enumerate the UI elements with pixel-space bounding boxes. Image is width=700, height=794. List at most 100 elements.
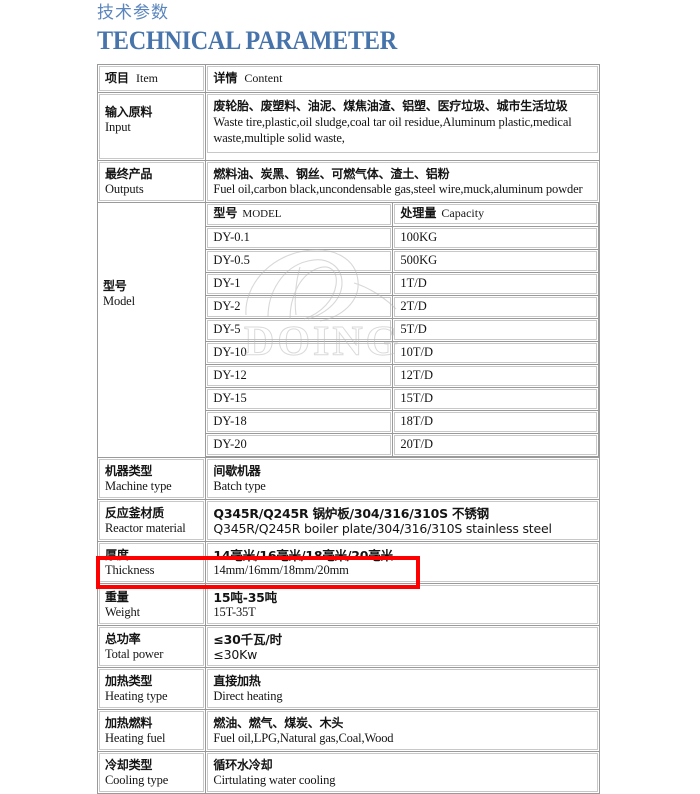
model-header-model-cn: 型号 bbox=[213, 206, 238, 220]
page-title-chinese: 技术参数 bbox=[97, 3, 169, 22]
model-cell-capacity: 15T/D bbox=[393, 388, 599, 411]
row-value-cell-weight: 15吨-35吨 15T-35T bbox=[206, 584, 600, 626]
row-label-en-total-power: Total power bbox=[105, 647, 164, 661]
row-label-cn-machine-type: 机器类型 bbox=[105, 464, 153, 478]
page-title-block: 技术参数 TECHNICAL PARAMETER bbox=[97, 2, 617, 56]
technical-parameter-table: 项目 Item 详情 Content 输入原料 Input 废轮胎、废塑料、油泥… bbox=[97, 64, 600, 794]
row-label-cn-thickness: 厚度 bbox=[105, 548, 129, 562]
model-cell-capacity: 100KG bbox=[393, 227, 599, 250]
model-name-3: DY-2 bbox=[207, 297, 392, 317]
model-cell-capacity: 12T/D bbox=[393, 365, 599, 388]
row-label-cn-heating-type: 加热类型 bbox=[105, 674, 153, 688]
row-value-box-weight: 15吨-35吨 15T-35T bbox=[207, 585, 598, 624]
row-label-en-reactor-material: Reactor material bbox=[105, 521, 186, 535]
model-capacity-0: 100KG bbox=[394, 228, 597, 248]
row-label-cell-input: 输入原料 Input bbox=[98, 93, 207, 161]
row-label-en-model: Model bbox=[103, 294, 135, 308]
row-label-box-model: 型号 Model bbox=[98, 203, 205, 378]
row-value-en-outputs: Fuel oil,carbon black,uncondensable gas,… bbox=[213, 182, 583, 196]
row-value-cell-input: 废轮胎、废塑料、油泥、煤焦油渣、铝塑、医疗垃圾、城市生活垃圾 Waste tir… bbox=[206, 93, 600, 161]
model-table-header-row: 型号 MODEL 处理量 Capacity bbox=[206, 203, 599, 227]
table-body: 项目 Item 详情 Content 输入原料 Input 废轮胎、废塑料、油泥… bbox=[98, 65, 600, 794]
model-cell-name: DY-20 bbox=[206, 434, 394, 457]
row-value-box-reactor-material: Q345R/Q245R 锅炉板/304/316/310S 不锈钢 Q345R/Q… bbox=[207, 501, 598, 540]
table-row-reactor-material: 反应釜材质 Reactor material Q345R/Q245R 锅炉板/3… bbox=[98, 500, 600, 542]
row-label-cell-thickness: 厚度 Thickness bbox=[98, 542, 207, 584]
table-row-heating-fuel: 加热燃料 Heating fuel 燃油、燃气、煤炭、木头 Fuel oil,L… bbox=[98, 710, 600, 752]
row-value-en-machine-type: Batch type bbox=[213, 479, 266, 493]
model-table-row: DY-0.5 500KG bbox=[206, 250, 599, 273]
header-content-line: 详情 Content bbox=[213, 69, 593, 87]
row-label-box-thickness: 厚度 Thickness bbox=[99, 543, 205, 582]
row-label-en-heating-fuel: Heating fuel bbox=[105, 731, 166, 745]
model-header-capacity-cn: 处理量 bbox=[400, 206, 437, 220]
row-value-cell-reactor-material: Q345R/Q245R 锅炉板/304/316/310S 不锈钢 Q345R/Q… bbox=[206, 500, 600, 542]
row-value-cell-thickness: 14毫米/16毫米/18毫米/20毫米 14mm/16mm/18mm/20mm bbox=[206, 542, 600, 584]
model-table-row: DY-10 10T/D bbox=[206, 342, 599, 365]
model-capacity-table: 型号 MODEL 处理量 Capacity DY-0.1 100KG DY-0.… bbox=[206, 203, 599, 457]
model-table-row: DY-1 1T/D bbox=[206, 273, 599, 296]
model-cell-capacity: 1T/D bbox=[393, 273, 599, 296]
row-label-cell-weight: 重量 Weight bbox=[98, 584, 207, 626]
model-table-row: DY-20 20T/D bbox=[206, 434, 599, 457]
row-label-cell-outputs: 最终产品 Outputs bbox=[98, 161, 207, 203]
row-value-cell-heating-type: 直接加热 Direct heating bbox=[206, 668, 600, 710]
row-value-cn-total-power: ≤30千瓦/时 bbox=[213, 632, 282, 647]
row-label-box-cooling-type: 冷却类型 Cooling type bbox=[99, 753, 205, 792]
model-cell-capacity: 5T/D bbox=[393, 319, 599, 342]
model-cell-capacity: 2T/D bbox=[393, 296, 599, 319]
model-name-0: DY-0.1 bbox=[207, 228, 392, 248]
model-cell-name: DY-1 bbox=[206, 273, 394, 296]
model-cell-capacity: 500KG bbox=[393, 250, 599, 273]
row-value-cell-model: 型号 MODEL 处理量 Capacity DY-0.1 100KG DY-0.… bbox=[206, 203, 600, 458]
table-row-outputs: 最终产品 Outputs 燃料油、炭黑、钢丝、可燃气体、渣土、铝粉 Fuel o… bbox=[98, 161, 600, 203]
header-item-label-en: Item bbox=[136, 71, 159, 85]
model-name-2: DY-1 bbox=[207, 274, 392, 294]
row-label-box-heating-type: 加热类型 Heating type bbox=[99, 669, 205, 708]
row-value-en-heating-type: Direct heating bbox=[213, 689, 283, 703]
table-row-input: 输入原料 Input 废轮胎、废塑料、油泥、煤焦油渣、铝塑、医疗垃圾、城市生活垃… bbox=[98, 93, 600, 161]
model-table-row: DY-12 12T/D bbox=[206, 365, 599, 388]
row-label-en-machine-type: Machine type bbox=[105, 479, 172, 493]
header-content-box: 详情 Content bbox=[207, 66, 598, 91]
model-capacity-8: 18T/D bbox=[394, 412, 597, 432]
table-row-weight: 重量 Weight 15吨-35吨 15T-35T bbox=[98, 584, 600, 626]
row-value-box-total-power: ≤30千瓦/时 ≤30Kw bbox=[207, 627, 598, 666]
row-value-cell-machine-type: 间歇机器 Batch type bbox=[206, 458, 600, 500]
row-value-en-input: Waste tire,plastic,oil sludge,coal tar o… bbox=[213, 115, 572, 145]
page-title-english: TECHNICAL PARAMETER bbox=[97, 26, 397, 55]
header-cell-content: 详情 Content bbox=[206, 65, 600, 93]
model-header-capacity-box: 处理量 Capacity bbox=[394, 204, 597, 224]
model-header-model-box: 型号 MODEL bbox=[207, 204, 392, 225]
row-label-cn-total-power: 总功率 bbox=[105, 632, 141, 646]
model-name-6: DY-12 bbox=[207, 366, 392, 386]
row-value-box-outputs: 燃料油、炭黑、钢丝、可燃气体、渣土、铝粉 Fuel oil,carbon bla… bbox=[207, 162, 598, 201]
row-label-cell-model: 型号 Model bbox=[98, 203, 207, 458]
model-cell-name: DY-18 bbox=[206, 411, 394, 434]
model-header-cell-capacity: 处理量 Capacity bbox=[393, 203, 599, 227]
model-name-7: DY-15 bbox=[207, 389, 392, 409]
row-value-cn-machine-type: 间歇机器 bbox=[213, 464, 261, 478]
row-value-en-reactor-material: Q345R/Q245R boiler plate/304/316/310S st… bbox=[213, 521, 552, 536]
row-label-cell-heating-fuel: 加热燃料 Heating fuel bbox=[98, 710, 207, 752]
row-value-cn-input: 废轮胎、废塑料、油泥、煤焦油渣、铝塑、医疗垃圾、城市生活垃圾 bbox=[213, 99, 568, 113]
model-header-capacity-en: Capacity bbox=[441, 206, 485, 220]
model-capacity-7: 15T/D bbox=[394, 389, 597, 409]
row-value-box-heating-type: 直接加热 Direct heating bbox=[207, 669, 598, 708]
row-label-cn-weight: 重量 bbox=[105, 590, 129, 604]
model-cell-name: DY-0.5 bbox=[206, 250, 394, 273]
row-value-cn-outputs: 燃料油、炭黑、钢丝、可燃气体、渣土、铝粉 bbox=[213, 167, 450, 181]
row-label-box-machine-type: 机器类型 Machine type bbox=[99, 459, 205, 498]
model-cell-name: DY-12 bbox=[206, 365, 394, 388]
row-label-en-heating-type: Heating type bbox=[105, 689, 168, 703]
row-value-en-total-power: ≤30Kw bbox=[213, 647, 258, 662]
row-value-cell-total-power: ≤30千瓦/时 ≤30Kw bbox=[206, 626, 600, 668]
model-cell-capacity: 20T/D bbox=[393, 434, 599, 457]
row-value-cn-cooling-type: 循环水冷却 bbox=[213, 758, 273, 772]
header-cell-item: 项目 Item bbox=[98, 65, 207, 93]
model-header-cell-model: 型号 MODEL bbox=[206, 203, 394, 227]
header-item-box: 项目 Item bbox=[99, 66, 205, 91]
model-name-4: DY-5 bbox=[207, 320, 392, 340]
row-label-en-thickness: Thickness bbox=[105, 563, 155, 577]
model-cell-name: DY-2 bbox=[206, 296, 394, 319]
